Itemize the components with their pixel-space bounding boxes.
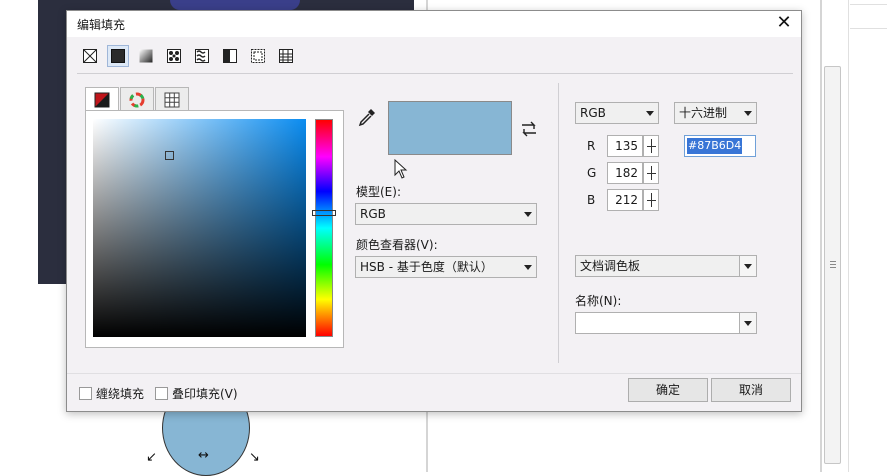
hex-input[interactable]: #87B6D4 (684, 135, 756, 157)
hex-input-value: #87B6D4 (687, 138, 743, 154)
value-format-select-value: 十六进制 (679, 106, 728, 120)
color-palettes-icon (164, 92, 180, 107)
color-viewer-panel (85, 110, 344, 348)
postscript-fill-button[interactable] (275, 45, 297, 67)
canvas-shape-edge (170, 0, 300, 10)
color-viewers-icon (94, 92, 110, 108)
palette-select[interactable]: 文档调色板 (575, 255, 757, 277)
color-viewer-label: 颜色查看器(V): (356, 238, 438, 252)
ok-button[interactable]: 确定 (628, 378, 708, 402)
value-format-select[interactable]: 十六进制 (674, 102, 757, 124)
overprint-fill-checkbox[interactable]: 叠印填充(V) (155, 385, 238, 402)
color-harmonies-icon (129, 92, 145, 107)
checkbox-box[interactable] (155, 387, 168, 400)
channel-g-label: G (587, 166, 597, 180)
color-viewer-select[interactable]: HSB - 基于色度（默认） (355, 256, 537, 278)
eyedropper-icon[interactable] (357, 107, 377, 127)
model-label: 模型(E): (356, 185, 401, 199)
checkbox-box[interactable] (79, 387, 92, 400)
vector-pattern-icon (167, 49, 181, 63)
channel-g-stepper[interactable] (643, 162, 659, 184)
wrap-fill-label: 缠绕填充 (96, 387, 145, 401)
channel-b-stepper[interactable] (643, 189, 659, 211)
close-button[interactable]: ✕ (773, 12, 795, 34)
overprint-fill-label: 叠印填充(V) (172, 387, 238, 401)
channel-g-input[interactable]: 182 (607, 162, 643, 184)
color-tabs (85, 87, 190, 112)
edit-fill-dialog: 编辑填充 ✕ 模型(E): RGB 颜色查看器(V): HSB - 基于色度（默… (66, 10, 802, 412)
fountain-fill-button[interactable] (135, 45, 157, 67)
fountain-fill-icon (139, 49, 153, 63)
docker-line (850, 4, 887, 5)
scrollbar-grip-icon (830, 261, 836, 268)
swap-colors-icon[interactable] (519, 119, 539, 139)
hue-slider[interactable] (315, 119, 333, 337)
rotate-handle-icon[interactable]: ↙ (146, 450, 157, 465)
color-field-cursor[interactable] (165, 151, 174, 160)
postscript-fill-icon (279, 49, 293, 63)
docker-line (850, 28, 887, 29)
color-model-select[interactable]: RGB (575, 102, 659, 124)
color-preview-swatch (388, 101, 512, 155)
fill-type-toolbar (79, 45, 297, 67)
hue-slider-marker[interactable] (312, 210, 336, 216)
uniform-fill-icon (111, 49, 125, 63)
skew-handle-icon[interactable]: ↔ (198, 448, 209, 463)
color-saturation-brightness-field[interactable] (93, 119, 306, 337)
vector-pattern-button[interactable] (163, 45, 185, 67)
color-model-select-value: RGB (580, 106, 606, 120)
toolbar-separator (77, 73, 793, 74)
rotate-handle-icon[interactable]: ↘ (249, 450, 260, 465)
cancel-button[interactable]: 取消 (711, 378, 791, 402)
channel-r-input[interactable]: 135 (607, 135, 643, 157)
texture-fill-icon (251, 49, 265, 63)
chevron-down-icon (646, 111, 654, 116)
channel-b-label: B (587, 193, 596, 207)
name-label: 名称(N): (575, 294, 622, 308)
panel-separator (558, 83, 559, 363)
channel-b-input[interactable]: 212 (607, 189, 643, 211)
tab-color-harmonies[interactable] (120, 87, 154, 111)
channel-r-stepper[interactable] (643, 135, 659, 157)
model-select[interactable]: RGB (355, 203, 537, 225)
model-select-value: RGB (360, 207, 386, 221)
chevron-down-icon[interactable] (739, 313, 756, 333)
color-viewer-select-value: HSB - 基于色度（默认） (360, 260, 493, 274)
two-color-pattern-button[interactable] (219, 45, 241, 67)
bitmap-pattern-button[interactable] (191, 45, 213, 67)
two-color-pattern-icon (223, 49, 237, 63)
chevron-down-icon (524, 265, 532, 270)
texture-fill-button[interactable] (247, 45, 269, 67)
chevron-down-icon (744, 111, 752, 116)
no-fill-icon (83, 49, 97, 63)
bitmap-pattern-icon (195, 49, 209, 63)
name-combobox[interactable] (575, 312, 757, 334)
mouse-pointer-icon (394, 159, 408, 179)
uniform-fill-button[interactable] (107, 45, 129, 67)
dialog-title: 编辑填充 (77, 18, 126, 32)
channel-r-label: R (587, 139, 596, 153)
chevron-down-icon (524, 212, 532, 217)
tab-color-palettes[interactable] (155, 87, 189, 111)
chevron-down-icon[interactable] (739, 256, 756, 276)
dialog-title-bar[interactable]: 编辑填充 ✕ (67, 11, 801, 37)
no-fill-button[interactable] (79, 45, 101, 67)
vertical-scrollbar[interactable] (824, 66, 841, 464)
page-border-line (820, 0, 822, 472)
wrap-fill-checkbox[interactable]: 缠绕填充 (79, 385, 144, 402)
tab-color-viewers[interactable] (85, 87, 119, 112)
docker-border-line (848, 0, 849, 472)
palette-select-value: 文档调色板 (580, 259, 641, 273)
